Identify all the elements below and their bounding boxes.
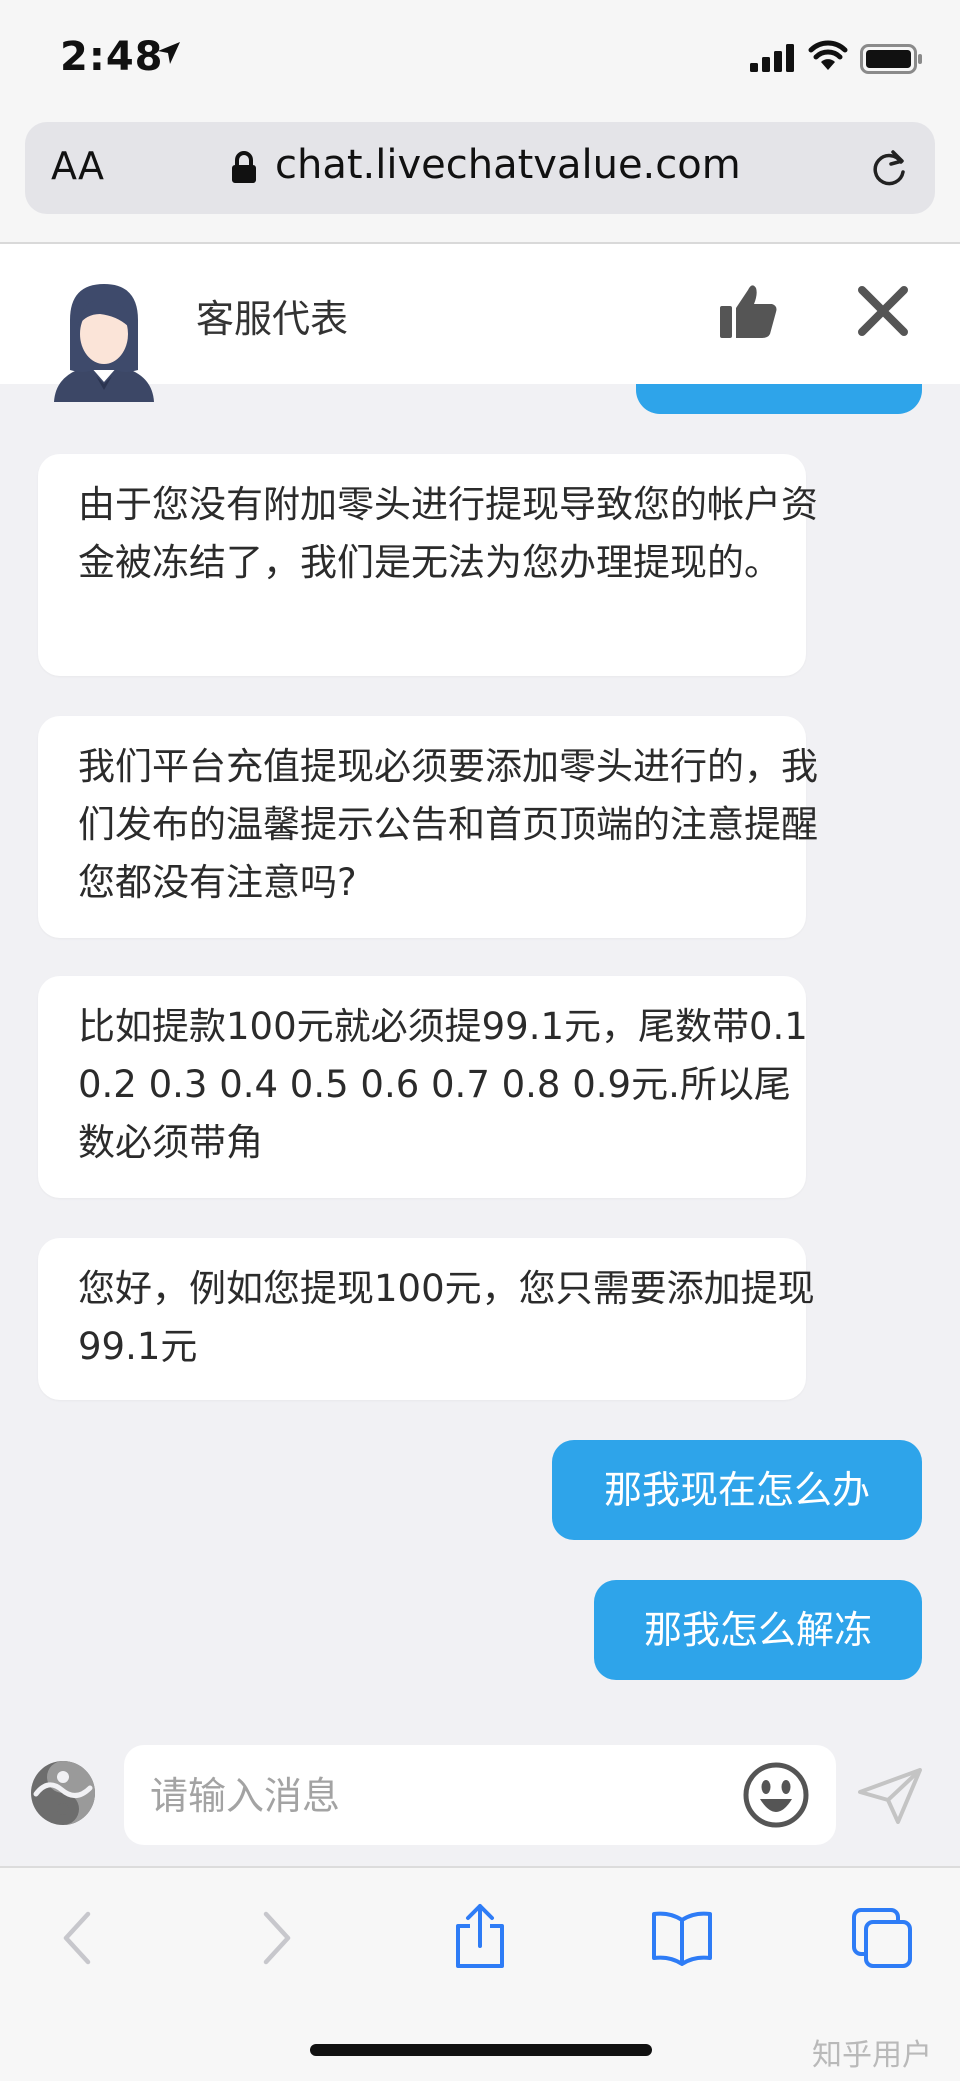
- agent-name: 客服代表: [196, 297, 349, 341]
- close-icon[interactable]: [856, 284, 910, 338]
- agent-message-bubble: 比如提款100元就必须提99.1元，尾数带0.1 0.2 0.3 0.4 0.5…: [38, 976, 808, 1198]
- agent-message-bubble: 由于您没有附加零头进行提现导致您的帐户资金被冻结了，我们是无法为您办理提现的。: [38, 454, 818, 676]
- agent-message-text: 由于您没有附加零头进行提现导致您的帐户资金被冻结了，我们是无法为您办理提现的。: [78, 483, 818, 584]
- text-size-button[interactable]: AA: [51, 144, 104, 188]
- chat-header: 客服代表: [0, 244, 960, 402]
- wifi-icon: [808, 40, 848, 70]
- thumbs-up-icon[interactable]: [718, 280, 780, 342]
- message-input-container[interactable]: [124, 1745, 836, 1845]
- message-input[interactable]: [148, 1763, 712, 1829]
- cellular-signal-icon: [750, 44, 794, 72]
- tabs-icon[interactable]: [850, 1906, 914, 1970]
- status-time: 2:48: [60, 34, 164, 80]
- user-message-bubble: 那我怎么解冻: [594, 1580, 922, 1680]
- bookmarks-icon[interactable]: [650, 1910, 714, 1966]
- agent-message-text: 我们平台充值提现必须要添加零头进行的，我们发布的温馨提示公告和首页顶端的注意提醒…: [78, 745, 818, 904]
- lock-icon: [232, 151, 256, 183]
- theme-toggle-icon[interactable]: [28, 1758, 98, 1828]
- message-composer: [0, 1720, 960, 1864]
- reload-icon[interactable]: [867, 146, 911, 190]
- forward-icon[interactable]: [260, 1910, 294, 1966]
- share-icon[interactable]: [452, 1902, 508, 1970]
- watermark: 知乎用户: [812, 2038, 932, 2073]
- status-bar: 2:48: [0, 0, 960, 120]
- home-indicator: [310, 2044, 652, 2056]
- location-arrow-icon: [158, 42, 180, 64]
- agent-message-text: 您好，例如您提现100元，您只需要添加提现99.1元: [78, 1267, 815, 1368]
- agent-avatar: [54, 284, 154, 402]
- agent-message-bubble: 我们平台充值提现必须要添加零头进行的，我们发布的温馨提示公告和首页顶端的注意提醒…: [38, 716, 818, 938]
- browser-address-area: AA chat.livechatvalue.com: [0, 120, 960, 244]
- back-icon[interactable]: [60, 1910, 94, 1966]
- address-bar[interactable]: AA chat.livechatvalue.com: [25, 122, 935, 214]
- emoji-icon[interactable]: [742, 1761, 810, 1829]
- user-message-bubble: 那我现在怎么办: [552, 1440, 922, 1540]
- browser-toolbar: 知乎用户: [0, 1866, 960, 2081]
- send-icon[interactable]: [858, 1768, 922, 1824]
- agent-message-bubble: 您好，例如您提现100元，您只需要添加提现99.1元: [38, 1238, 815, 1400]
- agent-message-text: 比如提款100元就必须提99.1元，尾数带0.1 0.2 0.3 0.4 0.5…: [78, 1005, 808, 1164]
- battery-icon: [860, 44, 922, 74]
- url-text: chat.livechatvalue.com: [275, 142, 741, 188]
